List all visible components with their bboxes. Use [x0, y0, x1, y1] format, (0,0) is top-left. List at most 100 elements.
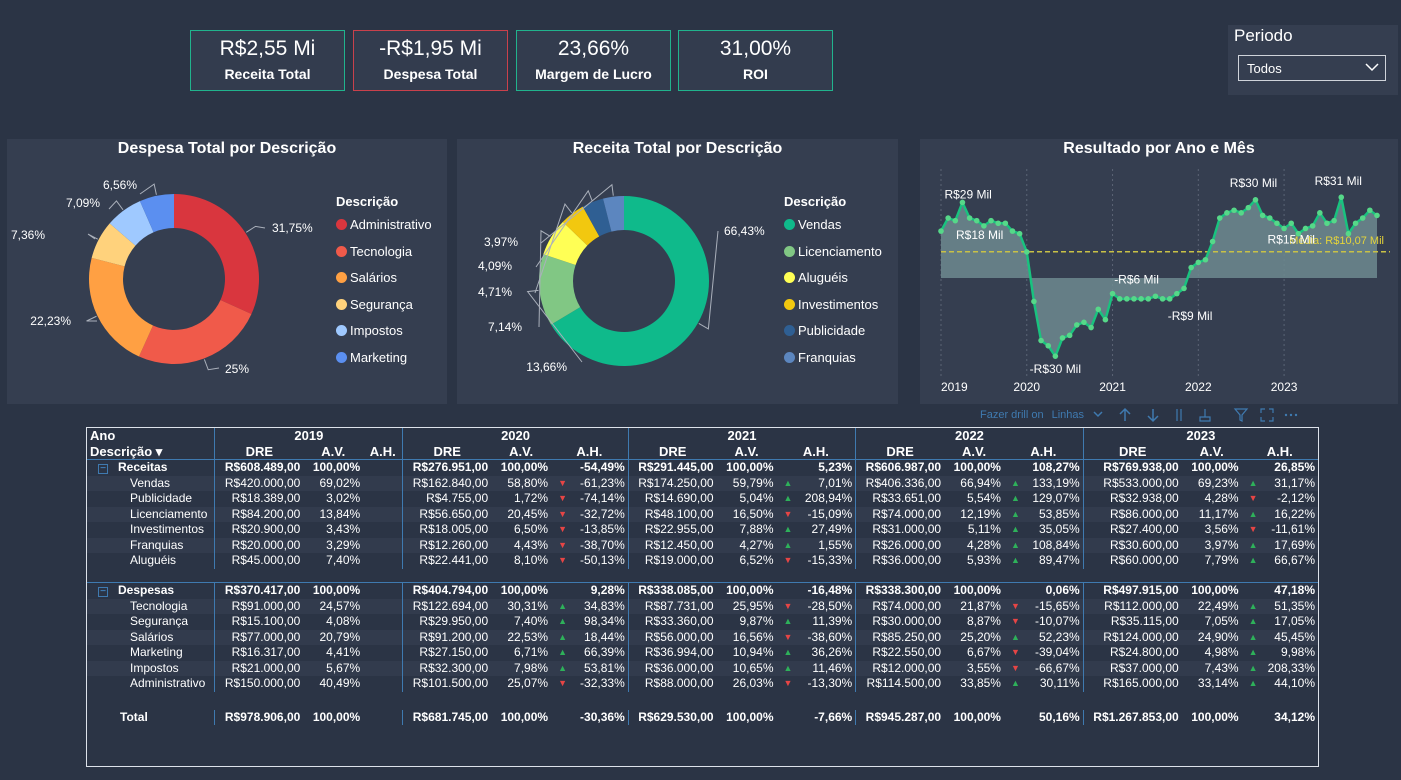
- table-row[interactable]: Tecnologia R$91.000,00 24,57% R$122.694,00 3…: [87, 598, 1318, 614]
- data-point[interactable]: [1259, 212, 1266, 219]
- data-point[interactable]: [1159, 296, 1166, 302]
- table-row[interactable]: Licenciamento R$84.200,00 13,84% R$56.650,0…: [87, 506, 1318, 522]
- data-point[interactable]: [1195, 259, 1202, 266]
- legend-item[interactable]: Salários: [336, 270, 432, 297]
- legend-item[interactable]: Marketing: [336, 350, 432, 377]
- data-point[interactable]: [966, 215, 973, 221]
- data-point[interactable]: [1209, 238, 1216, 245]
- filter-icon[interactable]: [1233, 407, 1249, 423]
- data-point[interactable]: [1288, 220, 1295, 227]
- data-point[interactable]: [1045, 342, 1052, 349]
- data-point[interactable]: [1116, 296, 1123, 302]
- table-row[interactable]: Salários R$77.000,00 20,79% R$91.200,00 22,5…: [87, 629, 1318, 645]
- data-point[interactable]: [1302, 225, 1309, 232]
- data-point[interactable]: [1124, 296, 1130, 302]
- data-point[interactable]: [1052, 353, 1059, 359]
- legend-item[interactable]: Franquias: [784, 350, 882, 377]
- more-options-icon[interactable]: [1283, 407, 1299, 423]
- drill-down-icon[interactable]: [1145, 407, 1161, 423]
- data-point[interactable]: [938, 228, 944, 234]
- data-point[interactable]: [1274, 220, 1280, 227]
- drill-dropdown[interactable]: Linhas: [1052, 409, 1103, 421]
- data-point[interactable]: [1174, 290, 1180, 297]
- next-level-icon[interactable]: [1171, 407, 1187, 423]
- data-point[interactable]: [1281, 225, 1287, 232]
- data-point[interactable]: [1031, 298, 1037, 305]
- table-row[interactable]: Investimentos R$20.900,00 3,43% R$18.005,00…: [87, 522, 1318, 538]
- legend-item[interactable]: Administrativo: [336, 217, 432, 244]
- expand-level-icon[interactable]: [1197, 407, 1213, 423]
- data-point[interactable]: [952, 217, 959, 224]
- data-point[interactable]: [1038, 337, 1044, 344]
- data-point[interactable]: [1331, 217, 1337, 224]
- data-point[interactable]: [1309, 223, 1316, 229]
- data-point[interactable]: [1216, 215, 1223, 221]
- despesa-slice-administrativo[interactable]: [174, 194, 259, 314]
- data-point[interactable]: [1016, 230, 1023, 237]
- group-row[interactable]: − Receitas R$608.489,00 100,00% R$276.951,00…: [87, 459, 1318, 476]
- drill-up-icon[interactable]: [1117, 407, 1133, 423]
- table-row[interactable]: Impostos R$21.000,00 5,67% R$32.300,00 7,98%…: [87, 660, 1318, 676]
- legend-item[interactable]: Investimentos: [784, 297, 882, 324]
- data-point[interactable]: [1181, 285, 1187, 292]
- data-point[interactable]: [1245, 204, 1252, 211]
- data-point[interactable]: [1109, 290, 1116, 297]
- collapse-icon[interactable]: −: [98, 464, 108, 474]
- focus-mode-icon[interactable]: [1259, 407, 1275, 423]
- data-point[interactable]: [1188, 264, 1194, 271]
- data-point[interactable]: [1066, 332, 1073, 339]
- group-row[interactable]: − Despesas R$370.417,00 100,00% R$404.794,00…: [87, 582, 1318, 599]
- legend-item[interactable]: Segurança: [336, 297, 432, 324]
- data-point[interactable]: [1138, 296, 1144, 302]
- data-point[interactable]: [945, 215, 951, 221]
- data-point[interactable]: [1145, 296, 1152, 302]
- data-point[interactable]: [1266, 215, 1273, 221]
- data-point[interactable]: [1374, 212, 1380, 219]
- data-point[interactable]: [973, 217, 980, 224]
- data-point[interactable]: [1252, 197, 1259, 203]
- data-point[interactable]: [1081, 319, 1087, 326]
- data-point[interactable]: [995, 220, 1001, 227]
- despesa-slice-tecnologia[interactable]: [138, 299, 252, 364]
- data-point[interactable]: [988, 217, 994, 224]
- data-point[interactable]: [1367, 207, 1373, 214]
- data-point[interactable]: [1202, 256, 1209, 263]
- table-row[interactable]: Franquias R$20.000,00 3,29% R$12.260,00 4,43…: [87, 537, 1318, 553]
- data-point[interactable]: [1131, 296, 1137, 302]
- table-row[interactable]: Segurança R$15.100,00 4,08% R$29.950,00 7,40…: [87, 614, 1318, 630]
- period-dropdown[interactable]: Todos: [1238, 55, 1386, 81]
- collapse-icon[interactable]: −: [98, 587, 108, 597]
- legend-item[interactable]: Impostos: [336, 323, 432, 350]
- data-point[interactable]: [1317, 210, 1323, 216]
- data-point[interactable]: [1152, 293, 1159, 300]
- legend-item[interactable]: Aluguéis: [784, 270, 882, 297]
- data-point[interactable]: [1338, 194, 1345, 201]
- data-point[interactable]: [1009, 228, 1016, 234]
- legend-item[interactable]: Licenciamento: [784, 244, 882, 271]
- data-point[interactable]: [1359, 215, 1366, 221]
- despesa-slice-salarios[interactable]: [88, 257, 153, 357]
- data-point[interactable]: [1345, 230, 1352, 237]
- data-point[interactable]: [1023, 249, 1030, 255]
- data-point[interactable]: [1352, 220, 1359, 227]
- table-row[interactable]: Aluguéis R$45.000,00 7,40% R$22.441,00 8,10%…: [87, 553, 1318, 569]
- data-point[interactable]: [1002, 220, 1009, 227]
- table-row[interactable]: Publicidade R$18.389,00 3,02% R$4.755,00 1,7…: [87, 491, 1318, 507]
- data-point[interactable]: [1231, 207, 1237, 214]
- table-row[interactable]: Marketing R$16.317,00 4,41% R$27.150,00 6,71…: [87, 645, 1318, 661]
- legend-item[interactable]: Tecnologia: [336, 244, 432, 271]
- data-point[interactable]: [1166, 296, 1173, 302]
- data-point[interactable]: [1224, 210, 1230, 216]
- table-row[interactable]: Administrativo R$150.000,00 40,49% R$101.50…: [87, 676, 1318, 692]
- data-point[interactable]: [1324, 220, 1330, 227]
- legend-item[interactable]: Vendas: [784, 217, 882, 244]
- legend-item[interactable]: Publicidade: [784, 323, 882, 350]
- data-point[interactable]: [1095, 306, 1102, 313]
- table-row[interactable]: Vendas R$420.000,00 69,02% R$162.840,00 58,8…: [87, 475, 1318, 491]
- data-point[interactable]: [1102, 316, 1109, 323]
- data-point[interactable]: [1088, 324, 1094, 331]
- data-point[interactable]: [1238, 210, 1244, 216]
- header-descricao[interactable]: Descrição ▾: [87, 444, 215, 460]
- data-point[interactable]: [1059, 335, 1066, 341]
- data-point[interactable]: [1074, 322, 1080, 328]
